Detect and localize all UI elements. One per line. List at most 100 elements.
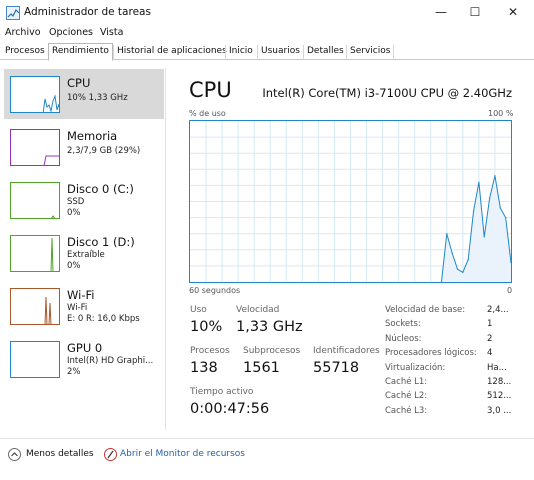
sidebar-item-title: Wi-Fi: [67, 288, 95, 302]
wifi-thumbnail: [10, 288, 60, 325]
tiempo-activo-value: 0:00:47:56: [190, 401, 270, 417]
sidebar-item-usage: 0%: [67, 208, 81, 218]
close-button[interactable]: ✕: [496, 0, 530, 26]
cpu-thumbnail: [10, 76, 60, 113]
spec-value: 512...: [487, 391, 512, 401]
graph-y-label: % de uso: [189, 109, 226, 118]
cpu-model: Intel(R) Core(TM) i3-7100U CPU @ 2.40GHz: [262, 86, 512, 100]
cpu-usage-area: [441, 175, 511, 282]
spec-value: 3,0 ...: [487, 406, 512, 416]
menu-archivo[interactable]: Archivo: [5, 27, 41, 38]
disk1-thumbnail: [10, 235, 60, 272]
sidebar-item-detail: Extraíble: [67, 250, 105, 260]
identificadores-label: Identificadores: [313, 346, 380, 356]
graph-x-end: 0: [507, 286, 513, 295]
cpu-usage-point: [505, 217, 507, 219]
footer-divider: [0, 438, 534, 439]
identificadores-value: 55718: [313, 360, 360, 376]
velocidad-label: Velocidad: [236, 305, 280, 315]
sidebar-item-title: CPU: [67, 76, 91, 90]
cpu-usage-point: [456, 268, 459, 270]
sidebar-item-title: GPU 0: [67, 341, 103, 355]
spec-label: Caché L2:: [385, 391, 428, 401]
sidebar-item-detail: Wi-Fi: [67, 303, 88, 313]
sidebar-item-wifi[interactable]: Wi-Fi Wi-Fi E: 0 R: 16,0 Kbps: [4, 281, 164, 331]
sidebar-item-detail: 10% 1,33 GHz: [67, 93, 128, 103]
memory-thumbnail: [10, 129, 60, 166]
page-title: CPU: [189, 78, 232, 102]
tab-rendimiento[interactable]: Rendimiento: [48, 43, 113, 61]
resource-monitor-icon: [104, 448, 117, 461]
sidebar-item-throughput: E: 0 R: 16,0 Kbps: [67, 314, 140, 324]
sidebar-item-gpu[interactable]: GPU 0 Intel(R) HD Graphi... 2%: [4, 334, 164, 384]
tab-servicios[interactable]: Servicios: [346, 45, 395, 60]
procesos-value: 138: [190, 360, 218, 376]
maximize-button[interactable]: ☐: [458, 0, 492, 26]
sidebar-item-usage: 0%: [67, 261, 81, 271]
sidebar-item-memoria[interactable]: Memoria 2,3/7,9 GB (29%): [4, 122, 164, 172]
cpu-usage-point: [472, 210, 475, 212]
menu-opciones[interactable]: Opciones: [49, 27, 93, 38]
tab-strip: Procesos Rendimiento Historial de aplica…: [0, 43, 534, 61]
spec-value: Ha...: [487, 363, 507, 373]
cpu-usage-point: [446, 233, 448, 235]
window-title: Administrador de tareas: [24, 6, 151, 18]
sidebar-item-detail: SSD: [67, 197, 85, 207]
tab-usuarios[interactable]: Usuarios: [257, 45, 303, 60]
disk0-thumbnail: [10, 182, 60, 219]
procesos-label: Procesos: [190, 346, 230, 356]
cpu-usage-point: [467, 258, 469, 261]
sidebar-item-usage: 2%: [67, 367, 81, 377]
gpu-thumbnail: [10, 341, 60, 378]
sidebar-item-title: Memoria: [67, 129, 118, 143]
tab-procesos[interactable]: Procesos: [2, 45, 48, 60]
sidebar-item-disco-0[interactable]: Disco 0 (C:) SSD 0%: [4, 175, 164, 225]
task-manager-icon: [6, 6, 20, 20]
graph-y-max: 100 %: [488, 109, 514, 118]
spec-value: 4: [487, 348, 493, 358]
open-resource-monitor-link[interactable]: Abrir el Monitor de recursos: [120, 449, 245, 459]
spec-value: 128...: [487, 377, 512, 387]
subprocesos-value: 1561: [243, 360, 280, 376]
cpu-usage-svg: [190, 121, 511, 282]
resource-sidebar: CPU 10% 1,33 GHz Memoria 2,3/7,9 GB (29%…: [4, 68, 166, 430]
spec-label: Procesadores lógicos:: [385, 348, 477, 358]
minimize-button[interactable]: —: [424, 0, 458, 26]
menu-vista[interactable]: Vista: [100, 27, 123, 38]
cpu-usage-point: [462, 271, 464, 273]
sidebar-item-disco-1[interactable]: Disco 1 (D:) Extraíble 0%: [4, 228, 164, 278]
sidebar-item-title: Disco 0 (C:): [67, 182, 134, 196]
spec-label: Sockets:: [385, 319, 421, 329]
less-details-button[interactable]: Menos detalles: [26, 449, 94, 459]
cpu-usage-point: [478, 181, 480, 183]
spec-value: 2: [487, 334, 493, 344]
spec-label: Velocidad de base:: [385, 305, 466, 315]
spec-label: Virtualización:: [385, 363, 446, 373]
spec-label: Caché L3:: [385, 406, 428, 416]
cpu-usage-point: [499, 207, 501, 209]
sidebar-item-title: Disco 1 (D:): [67, 235, 135, 249]
cpu-usage-graph: [189, 120, 512, 283]
subprocesos-label: Subprocesos: [243, 346, 301, 356]
spec-value: 2,4...: [487, 305, 509, 315]
title-bar: Administrador de tareas — ☐ ✕: [0, 0, 534, 26]
uso-value: 10%: [190, 319, 223, 335]
spec-label: Núcleos:: [385, 334, 422, 344]
sidebar-item-cpu[interactable]: CPU 10% 1,33 GHz: [4, 69, 164, 119]
spec-value: 1: [487, 319, 493, 329]
sidebar-item-detail: 2,3/7,9 GB (29%): [67, 146, 141, 156]
chevron-up-icon[interactable]: [8, 448, 21, 461]
tab-historial[interactable]: Historial de aplicaciones: [113, 45, 230, 60]
tab-detalles[interactable]: Detalles: [303, 45, 347, 60]
cpu-usage-point: [489, 197, 491, 199]
menu-bar: Archivo Opciones Vista: [0, 26, 534, 42]
uso-label: Uso: [190, 305, 207, 315]
tiempo-activo-label: Tiempo activo: [190, 387, 254, 397]
cpu-usage-point: [451, 252, 453, 254]
tab-inicio[interactable]: Inicio: [225, 45, 256, 60]
cpu-usage-point: [483, 236, 485, 238]
velocidad-value: 1,33 GHz: [236, 319, 303, 335]
graph-x-label: 60 segundos: [189, 286, 241, 295]
cpu-usage-point: [494, 175, 496, 177]
spec-label: Caché L1:: [385, 377, 428, 387]
